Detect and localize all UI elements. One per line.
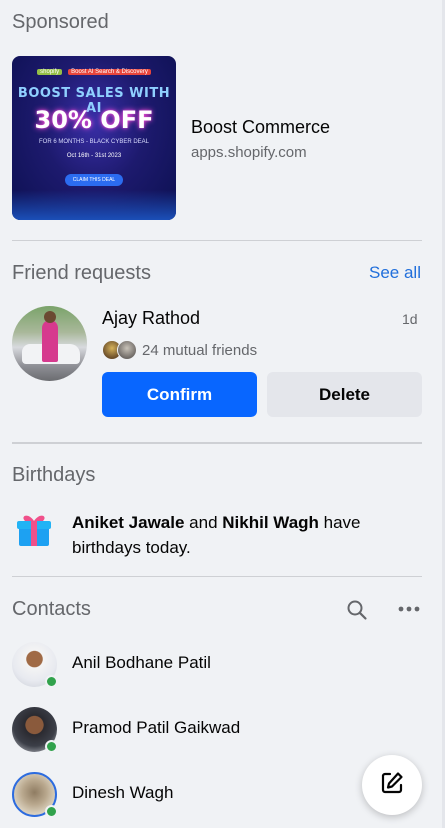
online-status-dot: [45, 805, 58, 818]
ad-title-link[interactable]: Boost Commerce: [191, 117, 330, 138]
birthday-person[interactable]: Aniket Jawale: [72, 513, 184, 532]
mutual-friends-count[interactable]: 24 mutual friends: [142, 342, 257, 359]
confirm-button[interactable]: Confirm: [102, 372, 257, 417]
contact-name: Pramod Patil Gaikwad: [72, 718, 241, 737]
contact-name: Anil Bodhane Patil: [72, 653, 211, 672]
compose-icon: [379, 770, 405, 801]
divider: [12, 442, 422, 444]
ad-image[interactable]: shopify Boost AI Search & Discovery BOOS…: [12, 56, 176, 220]
sponsored-heading: Sponsored: [12, 11, 109, 33]
ad-brand-row: shopify Boost AI Search & Discovery: [12, 69, 176, 75]
ad-floor-decoration: [12, 190, 176, 220]
ad-cta-button: CLAIM THIS DEAL: [65, 174, 123, 186]
contact-item[interactable]: Pramod Patil Gaikwad: [12, 707, 412, 755]
ad-domain: apps.shopify.com: [191, 144, 307, 161]
ad-dates: Oct 16th - 31st 2023: [66, 153, 122, 159]
more-horizontal-icon[interactable]: [397, 598, 421, 620]
ad-brand-shopify: shopify: [37, 69, 63, 75]
gift-icon: [16, 510, 52, 548]
friend-request-avatar[interactable]: [12, 306, 87, 381]
birthday-person[interactable]: Nikhil Wagh: [222, 513, 319, 532]
contact-name: Dinesh Wagh: [72, 783, 174, 802]
delete-button[interactable]: Delete: [267, 372, 422, 417]
online-status-dot: [45, 675, 58, 688]
birthday-joiner: and: [184, 513, 223, 532]
ad-offer: 30% OFF: [34, 106, 154, 134]
friend-request-time: 1d: [402, 311, 418, 327]
contact-item[interactable]: Anil Bodhane Patil: [12, 642, 412, 690]
avatar-photo-person: [42, 320, 58, 362]
see-all-link[interactable]: See all: [369, 263, 421, 283]
new-message-button[interactable]: [362, 755, 422, 815]
mutual-friends-avatars: [102, 340, 138, 360]
friend-requests-heading: Friend requests: [12, 262, 151, 284]
divider: [12, 576, 422, 577]
search-icon[interactable]: [346, 599, 368, 621]
friend-request-name[interactable]: Ajay Rathod: [102, 308, 200, 329]
birthdays-text[interactable]: Aniket Jawale and Nikhil Wagh have birth…: [72, 510, 412, 560]
contacts-heading: Contacts: [12, 598, 91, 620]
contact-item[interactable]: Dinesh Wagh: [12, 772, 412, 820]
avatar-photo-head: [44, 311, 56, 323]
ad-subtext: FOR 6 MONTHS - BLACK CYBER DEAL: [38, 139, 150, 145]
online-status-dot: [45, 740, 58, 753]
birthdays-heading: Birthdays: [12, 464, 96, 486]
ad-brand-partner: Boost AI Search & Discovery: [68, 69, 151, 75]
mutual-avatar: [117, 340, 137, 360]
divider: [12, 240, 422, 241]
